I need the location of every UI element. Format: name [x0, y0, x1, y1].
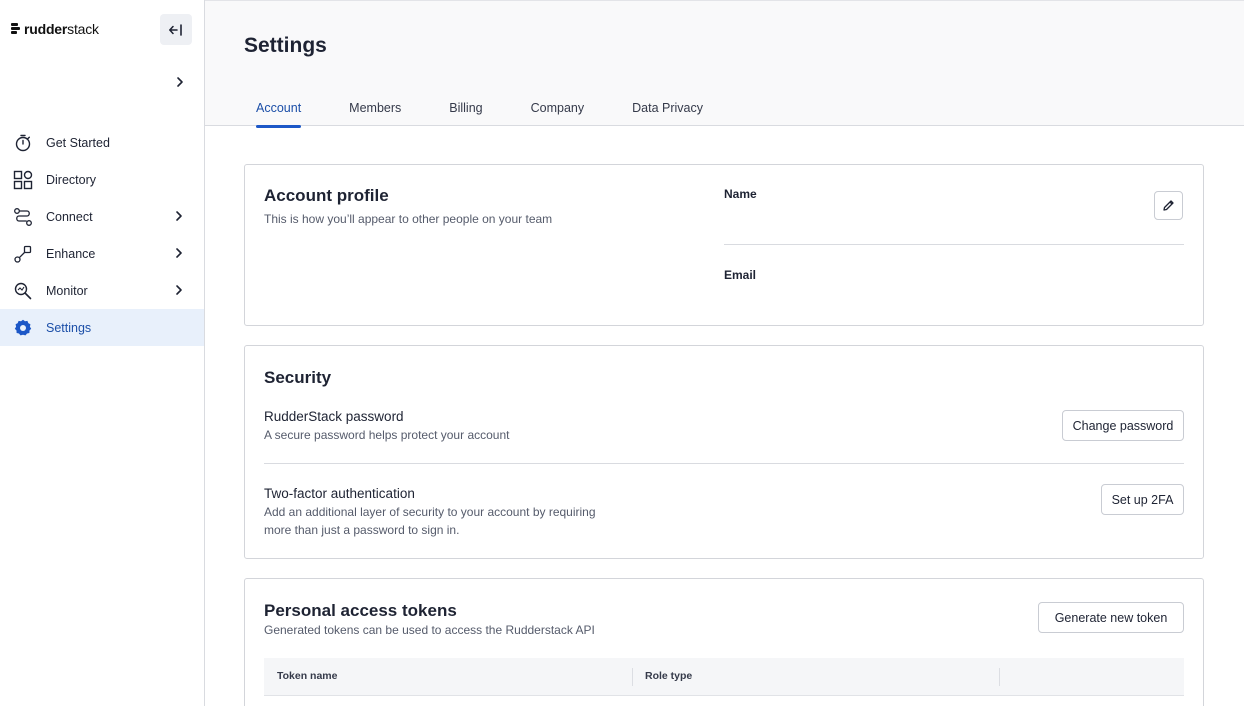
tokens-subtitle: Generated tokens can be used to access t…: [264, 623, 595, 637]
password-title: RudderStack password: [264, 409, 404, 424]
sidebar-item-label: Get Started: [46, 135, 110, 150]
collapse-sidebar-button[interactable]: [160, 14, 192, 45]
edit-profile-button[interactable]: [1154, 191, 1183, 220]
sidebar-item-monitor[interactable]: Monitor: [0, 272, 204, 309]
collapse-left-icon: [169, 23, 182, 36]
column-divider[interactable]: [632, 668, 633, 686]
security-card: Security RudderStack password A secure p…: [244, 345, 1204, 559]
logo-mark-icon: [11, 23, 20, 35]
column-header-token-name[interactable]: Token name: [277, 670, 338, 682]
account-profile-title: Account profile: [264, 186, 389, 205]
monitor-search-icon: [13, 281, 33, 301]
pencil-icon: [1163, 200, 1174, 211]
twofa-title: Two-factor authentication: [264, 486, 415, 501]
chevron-right-icon[interactable]: [172, 209, 186, 223]
logo-text: rudderstack: [24, 21, 99, 37]
chevron-right-icon[interactable]: [172, 246, 186, 260]
twofa-subtitle: Add an additional layer of security to y…: [264, 505, 596, 537]
gear-icon: [13, 318, 33, 338]
sidebar-item-settings[interactable]: Settings: [0, 309, 204, 346]
account-profile-card: Account profile This is how you’ll appea…: [244, 164, 1204, 326]
sidebar-item-enhance[interactable]: Enhance: [0, 235, 204, 272]
tokens-title: Personal access tokens: [264, 601, 457, 620]
name-label: Name: [724, 187, 757, 201]
tab-members[interactable]: Members: [349, 101, 413, 127]
sidebar-item-label: Monitor: [46, 283, 88, 298]
account-profile-subtitle: This is how you’ll appear to other peopl…: [264, 212, 553, 226]
tokens-table-header: Token name Role type: [264, 658, 1184, 696]
stopwatch-icon: [13, 133, 33, 153]
personal-access-tokens-card: Personal access tokens Generated tokens …: [244, 578, 1204, 706]
tab-account[interactable]: Account: [244, 101, 313, 128]
chevron-right-icon[interactable]: [172, 283, 186, 297]
settings-tabs: Account Members Billing Company Data Pri…: [244, 101, 763, 128]
grid-icon: [13, 170, 33, 190]
column-divider[interactable]: [999, 668, 1000, 686]
tab-data-privacy[interactable]: Data Privacy: [632, 101, 715, 127]
sidebar: rudderstack Get Started Directory Connec…: [0, 0, 205, 706]
enhance-icon: [13, 244, 33, 264]
sidebar-item-label: Settings: [46, 320, 92, 335]
sidebar-item-get-started[interactable]: Get Started: [0, 124, 204, 161]
sidebar-item-directory[interactable]: Directory: [0, 161, 204, 198]
setup-2fa-button[interactable]: Set up 2FA: [1101, 484, 1184, 515]
sidebar-item-label: Connect: [46, 209, 93, 224]
workspace-chevron-right-icon[interactable]: [172, 74, 188, 90]
email-label: Email: [724, 268, 757, 282]
sidebar-item-label: Enhance: [46, 246, 96, 261]
security-title: Security: [264, 368, 332, 387]
tab-billing[interactable]: Billing: [449, 101, 494, 127]
profile-divider: [724, 244, 1184, 245]
main-content: Settings Account Members Billing Company…: [205, 0, 1244, 706]
column-header-role-type[interactable]: Role type: [645, 670, 692, 682]
security-divider: [264, 463, 1184, 464]
page-title: Settings: [244, 34, 327, 57]
page-header: Settings Account Members Billing Company…: [205, 0, 1244, 128]
change-password-button[interactable]: Change password: [1062, 410, 1184, 441]
sidebar-item-connect[interactable]: Connect: [0, 198, 204, 235]
password-subtitle: A secure password helps protect your acc…: [264, 428, 510, 442]
generate-new-token-button[interactable]: Generate new token: [1038, 602, 1184, 633]
rudderstack-logo[interactable]: rudderstack: [11, 20, 99, 38]
tab-company[interactable]: Company: [531, 101, 597, 127]
sidebar-item-label: Directory: [46, 172, 97, 187]
sidebar-nav: Get Started Directory Connect Enhance Mo…: [0, 124, 204, 346]
connect-icon: [13, 207, 33, 227]
